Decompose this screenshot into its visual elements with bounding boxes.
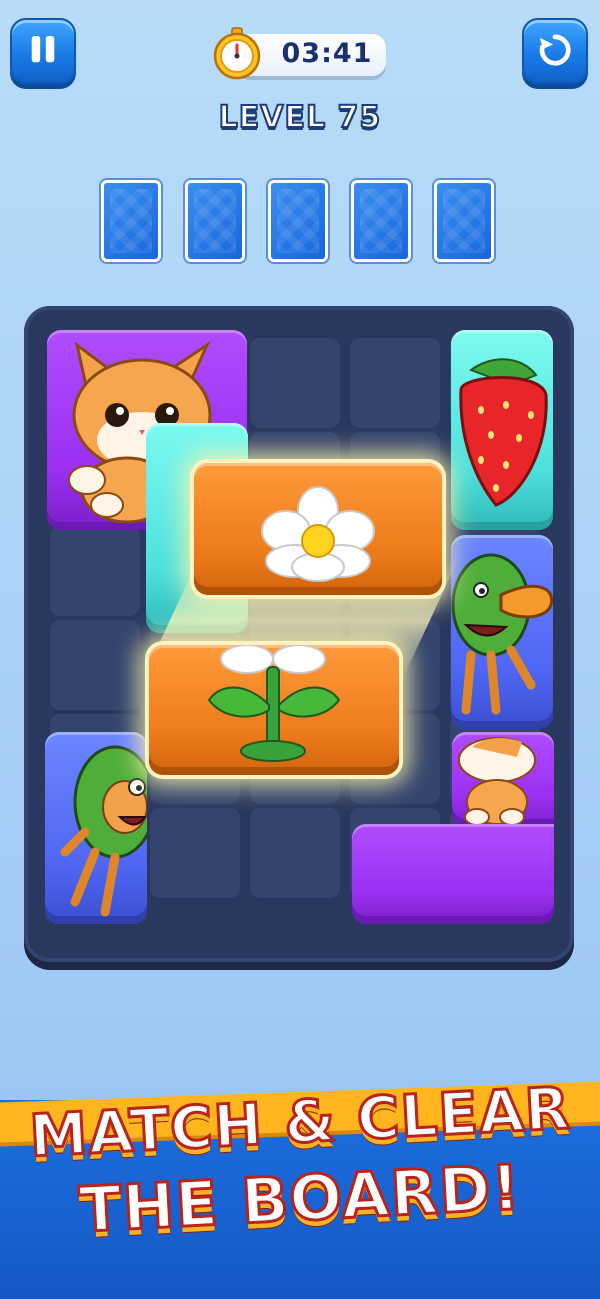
grid-cell	[250, 338, 340, 428]
tile-cat-bottom[interactable]	[452, 732, 554, 827]
grid-cell	[50, 526, 140, 616]
flower-stem-icon	[207, 645, 341, 762]
pause-icon	[31, 35, 55, 63]
restart-button[interactable]	[522, 18, 588, 84]
timer-text: 03:41	[281, 38, 373, 69]
level-label: LEVEL 75	[218, 99, 382, 136]
slot-3	[268, 180, 328, 262]
tile-cat-bottom-base[interactable]	[352, 824, 554, 924]
tile-flower-top[interactable]	[194, 463, 442, 595]
grid-cell	[250, 808, 340, 898]
restart-icon	[539, 34, 571, 66]
pause-button[interactable]	[10, 18, 76, 84]
monster-icon	[60, 745, 147, 917]
slot-2	[185, 180, 245, 262]
cat-icon	[458, 737, 536, 826]
slot-5	[434, 180, 494, 262]
tile-monster[interactable]	[45, 732, 147, 924]
grid-cell	[50, 620, 140, 710]
tile-duck-monster[interactable]	[451, 535, 553, 729]
slot-4	[351, 180, 411, 262]
flower-petals-icon	[261, 486, 375, 582]
strawberry-icon	[459, 358, 548, 507]
tile-strawberry[interactable]	[451, 330, 553, 530]
stopwatch-icon	[213, 27, 261, 80]
duck-monster-icon	[451, 553, 553, 715]
slot-1	[101, 180, 161, 262]
grid-cell	[150, 808, 240, 898]
grid-cell	[350, 338, 440, 428]
tile-flower-bottom[interactable]	[149, 645, 399, 775]
